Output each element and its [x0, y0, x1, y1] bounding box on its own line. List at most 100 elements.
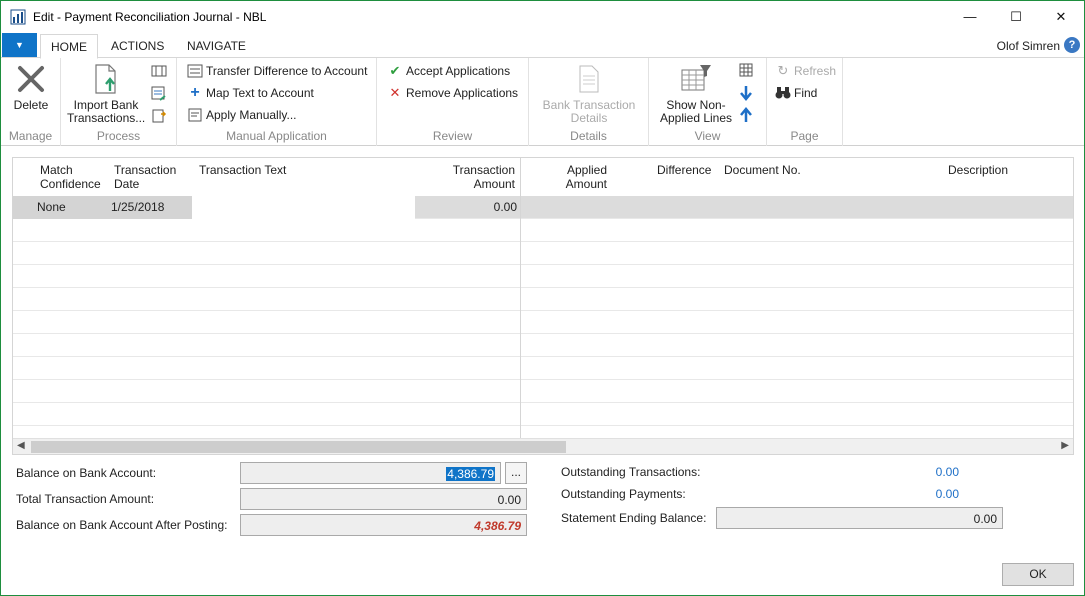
column-header-description[interactable]: Description [948, 163, 1008, 177]
statement-ending-balance-field[interactable]: 0.00 [716, 507, 1003, 529]
transaction-amount-cell[interactable]: 0.00 [435, 200, 517, 214]
table-row[interactable] [13, 219, 1073, 242]
outstanding-transactions-link[interactable]: 0.00 [901, 465, 959, 479]
scroll-right-icon[interactable]: ▶ [1061, 440, 1069, 451]
group-details: Bank Transaction Details Details [529, 58, 649, 146]
delete-label: Delete [13, 98, 49, 112]
group-label-manual-application: Manual Application [226, 129, 327, 143]
table-row[interactable] [13, 242, 1073, 265]
ok-button[interactable]: OK [1002, 563, 1074, 586]
delete-x-icon [14, 62, 48, 96]
grid-view-icon[interactable] [739, 63, 753, 77]
import-bank-transactions-label: Import Bank Transactions... [67, 98, 146, 125]
application-menu-button[interactable]: ▼ [2, 33, 37, 57]
group-label-details: Details [570, 129, 607, 143]
help-icon[interactable]: ? [1064, 37, 1080, 53]
title-bar: Edit - Payment Reconciliation Journal - … [1, 1, 1084, 32]
refresh-button[interactable]: ↻ Refresh [775, 61, 836, 81]
process-icon-2[interactable] [151, 86, 167, 102]
accept-applications-label: Accept Applications [406, 64, 511, 78]
column-header-document-no[interactable]: Document No. [724, 163, 801, 177]
transfer-difference-button[interactable]: Transfer Difference to Account [187, 61, 367, 81]
horizontal-scrollbar[interactable]: ◀ ▶ [13, 438, 1073, 454]
table-row[interactable] [13, 334, 1073, 357]
bank-transaction-details-button[interactable]: Bank Transaction Details [537, 62, 641, 125]
table-row[interactable] [13, 311, 1073, 334]
tab-navigate[interactable]: NAVIGATE [177, 34, 256, 58]
match-confidence-cell[interactable]: None [37, 200, 66, 214]
tab-home[interactable]: HOME [40, 34, 98, 59]
assist-edit-button[interactable]: ... [505, 462, 527, 484]
map-text-label: Map Text to Account [206, 86, 314, 100]
tab-actions[interactable]: ACTIONS [101, 34, 174, 58]
remove-applications-label: Remove Applications [406, 86, 519, 100]
total-transaction-amount-label: Total Transaction Amount: [16, 492, 155, 506]
arrow-down-icon[interactable] [739, 85, 753, 101]
transaction-date-cell[interactable]: 1/25/2018 [111, 200, 164, 214]
red-x-icon: ✕ [389, 85, 401, 100]
column-header-match-confidence[interactable]: Match Confidence [40, 163, 110, 191]
group-view: Show Non-Applied Lines View [649, 58, 767, 146]
remove-applications-button[interactable]: ✕ Remove Applications [387, 83, 519, 103]
group-review: ✔ Accept Applications ✕ Remove Applicati… [377, 58, 529, 146]
delete-button[interactable]: Delete [9, 62, 53, 112]
user-name[interactable]: Olof Simren [997, 39, 1060, 53]
swap-icon [152, 109, 167, 123]
dynamics-nav-icon [10, 9, 26, 25]
transaction-text-editable-cell[interactable] [192, 196, 415, 219]
show-non-applied-lines-button[interactable]: Show Non-Applied Lines [657, 62, 735, 125]
apply-manually-button[interactable]: Apply Manually... [187, 105, 297, 125]
group-label-page: Page [790, 129, 819, 143]
table-row[interactable] [13, 265, 1073, 288]
description-header-label: Description [948, 163, 1009, 177]
transfer-icon [187, 63, 203, 79]
column-header-transaction-text[interactable]: Transaction Text [199, 163, 286, 177]
arrow-up-icon[interactable] [739, 107, 753, 123]
column-header-transaction-amount[interactable]: Transaction Amount [435, 163, 515, 191]
outstanding-payments-link[interactable]: 0.00 [901, 487, 959, 501]
columns-icon [151, 65, 167, 77]
journal-lines-grid: Match Confidence Transaction Date Transa… [12, 157, 1074, 455]
ribbon-tabs: ▼ HOME ACTIONS NAVIGATE Olof Simren ? [1, 32, 1084, 59]
scrollbar-thumb[interactable] [31, 441, 566, 453]
map-text-button[interactable]: + Map Text to Account [187, 83, 314, 103]
column-header-applied-amount[interactable]: Applied Amount [537, 163, 607, 191]
document-no-header-label: Document No. [724, 163, 801, 177]
column-header-transaction-date[interactable]: Transaction Date [114, 163, 184, 191]
statement-ending-balance-label: Statement Ending Balance: [561, 511, 707, 525]
find-button[interactable]: Find [775, 83, 817, 103]
import-bank-transactions-button[interactable]: Import Bank Transactions... [67, 62, 145, 125]
balance-on-bank-account-field[interactable]: 4,386.79 [240, 462, 501, 484]
process-icon-1[interactable] [151, 64, 167, 78]
table-row[interactable] [13, 288, 1073, 311]
plus-icon: + [190, 84, 200, 101]
table-row[interactable] [13, 380, 1073, 403]
document-details-icon [572, 62, 606, 96]
column-header-difference[interactable]: Difference [657, 163, 711, 177]
balance-on-bank-account-value: 4,386.79 [446, 467, 495, 481]
table-row[interactable]: None 1/25/2018 0.00 [13, 196, 1073, 219]
transfer-difference-label: Transfer Difference to Account [206, 64, 368, 78]
group-label-manage: Manage [8, 129, 53, 143]
maximize-button[interactable]: ☐ [993, 1, 1039, 32]
table-row[interactable] [13, 403, 1073, 426]
apply-manually-icon [187, 107, 203, 123]
window-title: Edit - Payment Reconciliation Journal - … [33, 10, 267, 24]
import-document-icon [89, 62, 123, 96]
filter-grid-icon [679, 62, 713, 96]
refresh-label: Refresh [794, 64, 837, 78]
scroll-left-icon[interactable]: ◀ [17, 440, 25, 451]
refresh-icon: ↻ [777, 63, 789, 78]
list-refresh-icon [151, 86, 166, 101]
balance-after-posting-label: Balance on Bank Account After Posting: [16, 518, 228, 532]
transaction-date-header-label: Transaction Date [114, 163, 177, 191]
process-icon-3[interactable] [151, 108, 167, 124]
apply-manually-label: Apply Manually... [206, 108, 297, 122]
accept-applications-button[interactable]: ✔ Accept Applications [387, 61, 511, 81]
group-page: ↻ Refresh Find Page [767, 58, 843, 146]
total-transaction-amount-field: 0.00 [240, 488, 527, 510]
close-button[interactable]: ✕ [1038, 1, 1084, 32]
minimize-button[interactable]: — [947, 1, 993, 32]
table-row[interactable] [13, 357, 1073, 380]
grid-column-splitter [520, 158, 521, 440]
